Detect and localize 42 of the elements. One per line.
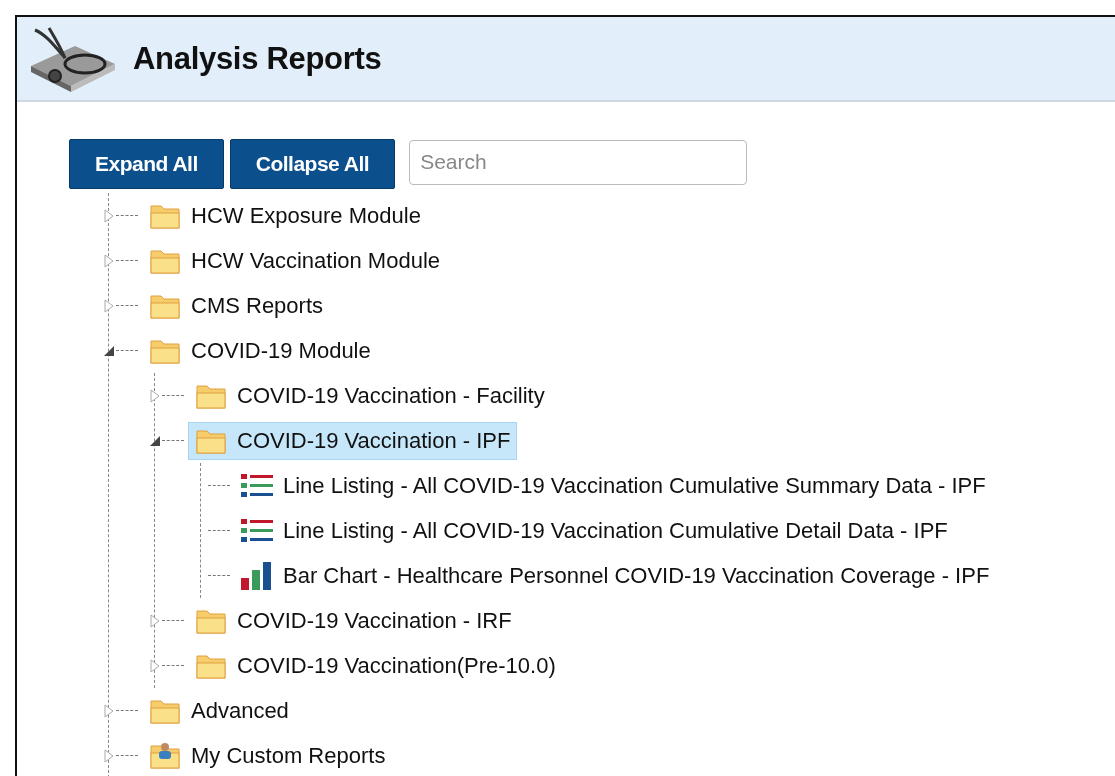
expand-toggle-icon[interactable] [102, 253, 116, 268]
expand-toggle-icon[interactable] [102, 748, 116, 763]
tree-node[interactable]: COVID-19 Module [142, 331, 378, 370]
collapse-all-button[interactable]: Collapse All [229, 139, 396, 189]
person-folder-icon [149, 741, 181, 770]
tree-node[interactable]: Advanced [142, 691, 296, 730]
tree-node[interactable]: COVID-19 Vaccination - IPF [188, 421, 518, 460]
node-label: COVID-19 Vaccination - Facility [237, 382, 545, 409]
tree-node[interactable]: HCW Vaccination Module [142, 241, 448, 280]
node-label: Line Listing - All COVID-19 Vaccination Cumulative Summary Data - IPF [283, 472, 986, 499]
expand-toggle-icon[interactable] [102, 208, 116, 223]
expand-toggle-icon[interactable] [102, 298, 116, 313]
node-label: Line Listing - All COVID-19 Vaccination Cumulative Detail Data - IPF [283, 517, 948, 544]
tree-node[interactable]: COVID-19 Vaccination - IRF [188, 601, 519, 640]
expand-all-button[interactable]: Expand All [69, 139, 224, 189]
tree-node[interactable]: COVID-19 Vaccination(Pre-10.0) [188, 646, 563, 685]
tree-node[interactable]: HCW Exposure Module [142, 196, 428, 235]
node-label: CMS Reports [191, 292, 324, 319]
search-field[interactable]: Search [409, 139, 748, 185]
node-label: COVID-19 Vaccination - IRF [237, 607, 512, 634]
tree-node[interactable]: My Custom Reports [142, 736, 393, 775]
node-label: COVID-19 Vaccination - IPF [237, 427, 511, 454]
tree-node[interactable]: Bar Chart - Healthcare Personnel COVID-19 Vaccination Coverage - IPF [234, 556, 997, 595]
tree-node[interactable]: CMS Reports [142, 286, 331, 325]
expand-toggle-icon[interactable] [148, 613, 162, 628]
node-label: HCW Vaccination Module [191, 247, 441, 274]
node-label: COVID-19 Module [191, 337, 371, 364]
expand-toggle-icon[interactable] [102, 703, 116, 718]
node-label: My Custom Reports [191, 742, 386, 769]
tree-node[interactable]: Line Listing - All COVID-19 Vaccination Cumulative Detail Data - IPF [234, 511, 955, 550]
tree-node[interactable]: COVID-19 Vaccination - Facility [188, 376, 552, 415]
bar-chart-icon [241, 561, 273, 590]
expand-toggle-icon[interactable] [148, 658, 162, 673]
node-label: HCW Exposure Module [191, 202, 421, 229]
list-icon [241, 518, 273, 543]
page-title: Analysis Reports [133, 40, 382, 77]
list-icon [241, 473, 273, 498]
node-label: Bar Chart - Healthcare Personnel COVID-19 Vaccination Coverage - IPF [283, 562, 990, 589]
tree-node[interactable]: Line Listing - All COVID-19 Vaccination Cumulative Summary Data - IPF [234, 466, 993, 505]
node-label: Advanced [191, 697, 289, 724]
expand-toggle-icon[interactable] [148, 388, 162, 403]
node-label: COVID-19 Vaccination(Pre-10.0) [237, 652, 556, 679]
